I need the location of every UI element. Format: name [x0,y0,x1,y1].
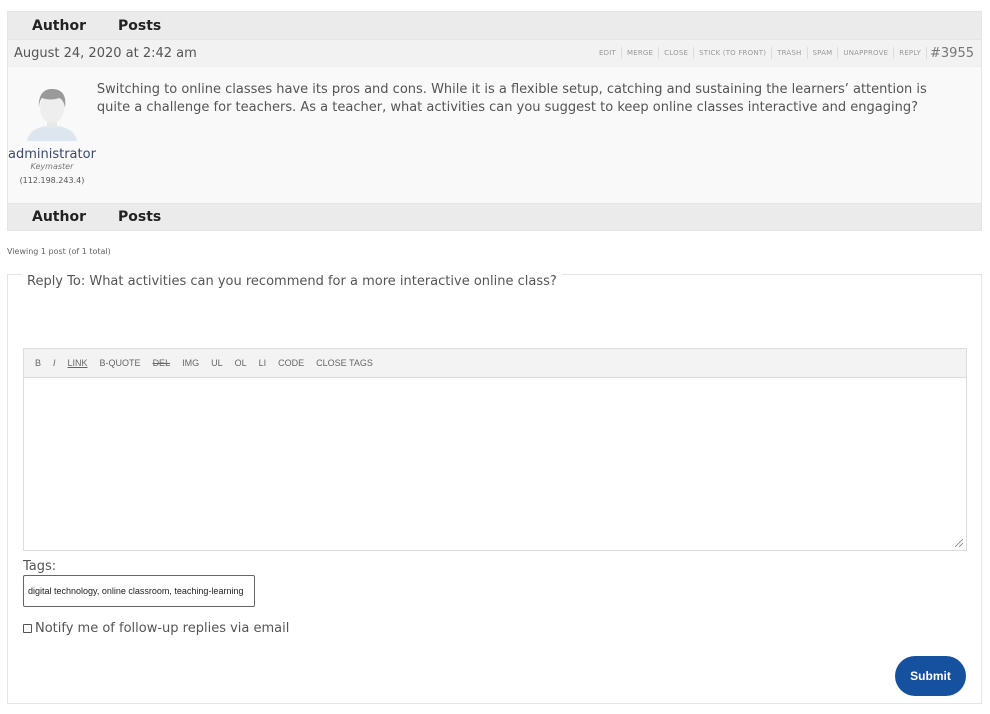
reply-form-legend: Reply To: What activities can you recomm… [22,274,562,289]
post-body: administrator Keymaster (112.198.243.4) … [8,66,981,203]
trash-link[interactable]: Trash [772,47,808,59]
reply-content-textarea[interactable] [24,378,966,550]
post-meta-row: August 24, 2020 at 2:42 am Edit Merge Cl… [8,39,981,66]
edit-link[interactable]: Edit [594,47,622,59]
pagination-count: Viewing 1 post (of 1 total) [7,247,111,256]
submit-button[interactable]: Submit [895,656,966,696]
notify-option[interactable]: Notify me of follow-up replies via email [23,621,289,636]
bold-button[interactable]: b [29,358,47,368]
img-button[interactable]: img [176,358,205,368]
notify-label: Notify me of follow-up replies via email [35,621,290,636]
tags-input[interactable] [23,575,255,607]
post-date: August 24, 2020 at 2:42 am [14,45,197,61]
author-role: Keymaster [30,162,74,171]
tags-label: Tags: [23,559,57,574]
posts-column-footer: Posts [118,209,162,225]
author-column-header: Author [32,17,86,34]
del-button[interactable]: del [147,358,177,368]
link-button[interactable]: link [62,358,94,368]
post-content: Switching to online classes have its pro… [96,82,927,115]
unapprove-link[interactable]: Unapprove [838,47,895,59]
stick-link[interactable]: Stick (To Front) [694,47,773,59]
reply-form: Reply To: What activities can you recomm… [7,274,982,704]
forum-footer: Author Posts [8,203,981,230]
forum-header: Author Posts [8,12,981,39]
merge-link[interactable]: Merge [622,47,660,59]
author-column-footer: Author [32,209,86,225]
author-name-link[interactable]: administrator [8,147,96,162]
posts-column-header: Posts [118,17,162,34]
notify-checkbox[interactable] [23,624,32,633]
blockquote-button[interactable]: b-quote [94,358,147,368]
italic-button[interactable]: i [47,358,62,368]
author-ip: (112.198.243.4) [19,176,85,185]
reply-editor: b i link b-quote del img ul ol li code c… [23,348,967,551]
ol-button[interactable]: ol [229,358,253,368]
close-link[interactable]: Close [659,47,695,59]
spam-link[interactable]: Spam [808,47,839,59]
close-tags-button[interactable]: close tags [310,358,379,368]
default-user-avatar-icon[interactable] [20,86,83,141]
post-author: administrator Keymaster (112.198.243.4) [8,67,96,203]
li-button[interactable]: li [253,358,273,368]
resize-handle-icon[interactable] [954,538,964,548]
post-admin-links: Edit Merge Close Stick (To Front) Trash … [594,46,974,61]
code-button[interactable]: code [272,358,310,368]
quicktags-toolbar: b i link b-quote del img ul ol li code c… [24,349,966,378]
forum-topic-container: Author Posts August 24, 2020 at 2:42 am … [7,11,982,231]
post-permalink[interactable]: #3955 [930,46,974,61]
reply-link[interactable]: Reply [894,47,928,59]
ul-button[interactable]: ul [205,358,229,368]
